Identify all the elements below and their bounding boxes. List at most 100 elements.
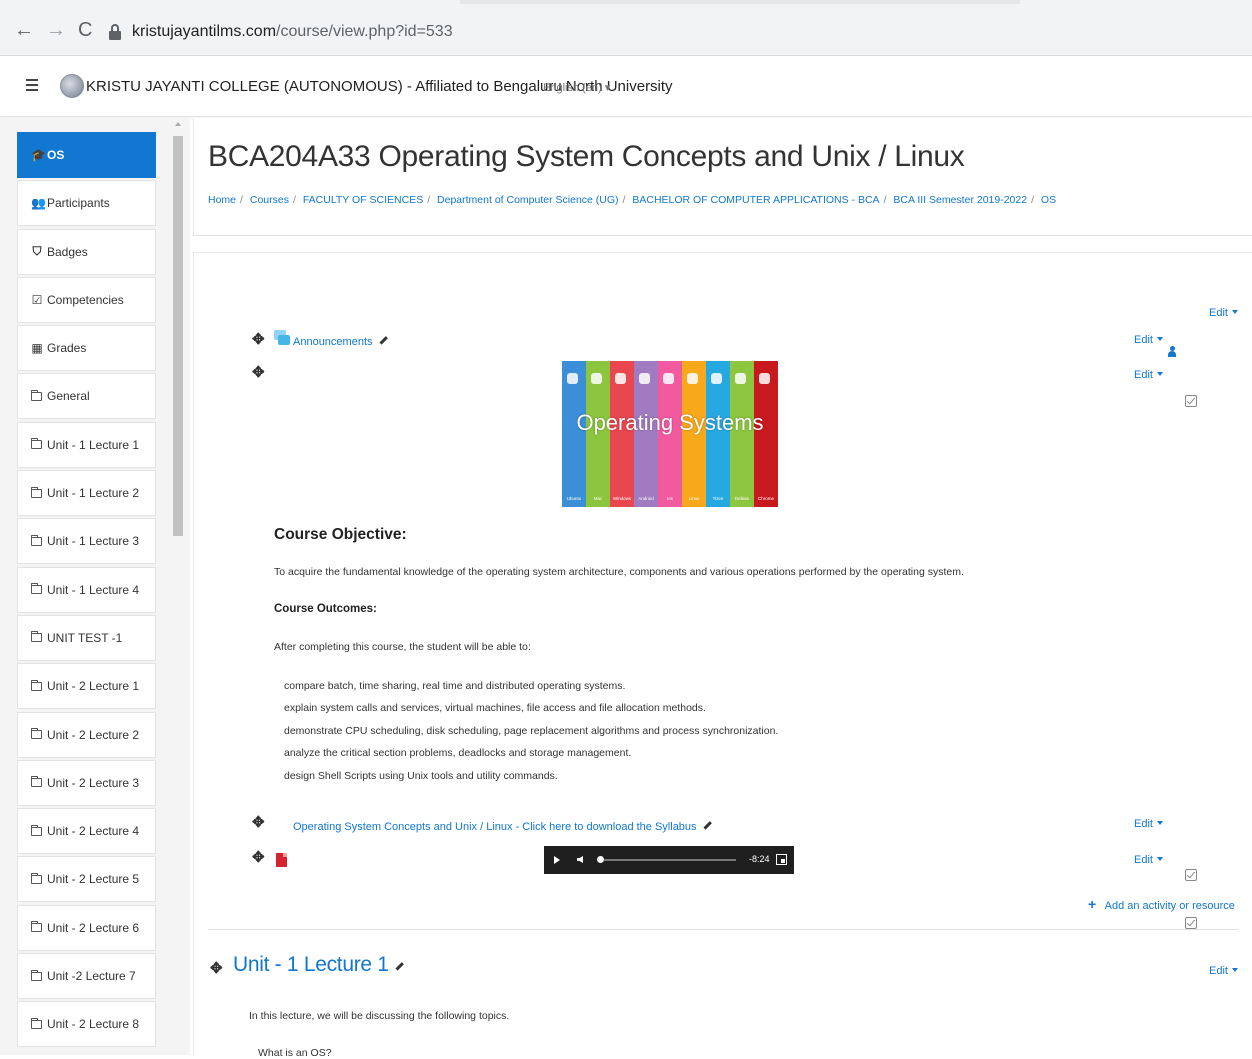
folder-icon [31,534,42,546]
sidebar-item-unit2-lecture5[interactable]: Unit - 2 Lecture 5 [17,856,156,903]
audio-progress-knob[interactable] [597,856,604,863]
sidebar-item-unit2-lecture8[interactable]: Unit - 2 Lecture 8 [17,1001,156,1048]
edit-label: Edit [1134,818,1153,830]
sidebar-item-unit1-lecture3[interactable]: Unit - 1 Lecture 3 [17,518,156,565]
outcome-item: compare batch, time sharing, real time a… [284,680,626,692]
breadcrumb: Home / Courses / FACULTY OF SCIENCES / Depa… [208,194,1057,206]
breadcrumb-semester[interactable]: BCA III Semester 2019-2022 [893,194,1027,206]
sidebar-item-label: Unit - 2 Lecture 5 [47,872,140,887]
section-edit-menu[interactable]: Edit [1209,303,1238,321]
sidebar-item-label: Unit -2 Lecture 7 [47,969,136,984]
completion-checkbox-icon[interactable] [1185,395,1197,407]
sidebar-item-unit2-lecture6[interactable]: Unit - 2 Lecture 6 [17,904,156,951]
sidebar-item-unit2-lecture3[interactable]: Unit - 2 Lecture 3 [17,759,156,806]
sidebar-item-unit2-lecture7[interactable]: Unit -2 Lecture 7 [17,953,156,1000]
edit-label: Edit [1134,854,1153,866]
sidebar-item-badges[interactable]: ⛉ Badges [17,228,156,275]
reload-icon[interactable]: C [78,20,92,40]
address-bar[interactable]: kristujayantilms.com/course/view.php?id=… [108,20,708,44]
section2-intro: In this lecture, we will be discussing t… [249,1010,510,1022]
sidebar-item-unit2-lecture4[interactable]: Unit - 2 Lecture 4 [17,808,156,855]
folder-icon [31,486,42,498]
course-content: Edit ✥ Announcements Edit ✥ Edit Ubuntu … [193,252,1252,1059]
breadcrumb-faculty[interactable]: FACULTY OF SCIENCES [303,194,423,206]
scrollbar-thumb[interactable] [173,136,183,536]
announcements-activity: Announcements [293,332,388,350]
url-path: /course/view.php?id=533 [276,23,453,40]
sidebar-item-label: UNIT TEST -1 [47,630,123,645]
syllabus-edit-menu[interactable]: Edit [1134,814,1163,832]
move-icon[interactable]: ✥ [210,959,223,977]
announcements-link[interactable]: Announcements [293,336,373,348]
sidebar-item-os[interactable]: 🎓 OS [17,132,156,178]
breadcrumb-department[interactable]: Department of Computer Science (UG) [437,194,618,206]
os-stripe-label: Ubuntu [566,496,582,501]
outcome-item: explain system calls and services, virtu… [284,702,706,714]
completion-checkbox-icon[interactable] [1185,869,1197,881]
edit-label: Edit [1209,965,1228,977]
sidebar-item-unit1-lecture1[interactable]: Unit - 1 Lecture 1 [17,421,156,468]
sidebar-item-unit-test-1[interactable]: UNIT TEST -1 [17,614,156,661]
folder-icon [31,969,42,981]
caret-down-icon [1156,336,1163,341]
lock-icon [108,24,122,40]
language-selector[interactable]: English (en) ▾ [543,81,610,94]
breadcrumb-home[interactable]: Home [208,194,236,206]
scroll-up-arrow-icon[interactable] [175,122,181,126]
volume-icon[interactable] [577,856,583,863]
sidebar-item-label: Participants [47,196,110,211]
announcements-edit-menu[interactable]: Edit [1134,330,1163,348]
move-icon[interactable]: ✥ [252,330,265,348]
move-icon[interactable]: ✥ [252,363,265,381]
sidebar-item-label: Competencies [47,292,124,307]
section-heading: Unit - 1 Lecture 1 [233,953,404,977]
college-logo[interactable] [60,74,84,98]
sidebar-item-label: Unit - 1 Lecture 1 [47,437,140,452]
breadcrumb-program[interactable]: BACHELOR OF COMPUTER APPLICATIONS - BCA [632,194,879,206]
completion-checkbox-icon[interactable] [1185,917,1197,929]
pencil-icon[interactable] [702,820,712,829]
pencil-icon[interactable] [378,335,388,344]
sidebar-item-label: Unit - 2 Lecture 8 [47,1017,140,1032]
sidebar-item-grades[interactable]: ▦ Grades [17,325,156,372]
page-title: BCA204A33 Operating System Concepts and … [208,140,965,173]
move-icon[interactable]: ✥ [252,813,265,831]
hamburger-menu-icon[interactable] [26,79,38,91]
section2-edit-menu[interactable]: Edit [1209,961,1238,979]
sidebar-item-unit1-lecture2[interactable]: Unit - 1 Lecture 2 [17,470,156,517]
plus-icon: + [1088,896,1097,912]
sidebar-item-unit1-lecture4[interactable]: Unit - 1 Lecture 4 [17,566,156,613]
sidebar-item-unit2-lecture1[interactable]: Unit - 2 Lecture 1 [17,663,156,710]
sidebar-item-competencies[interactable]: ☑ Competencies [17,276,156,323]
syllabus-download-link[interactable]: Operating System Concepts and Unix / Lin… [293,821,697,833]
course-outcomes-heading: Course Outcomes: [274,603,377,615]
sidebar-item-general[interactable]: General [17,373,156,420]
section-title-link[interactable]: Unit - 1 Lecture 1 [233,953,389,976]
add-activity-button[interactable]: + Add an activity or resource [1088,896,1235,914]
back-arrow-icon[interactable]: ← [14,20,34,40]
audio-edit-menu[interactable]: Edit [1134,850,1163,868]
play-icon[interactable] [554,856,560,864]
sidebar-item-label: Unit - 2 Lecture 2 [47,727,140,742]
forward-arrow-icon[interactable]: → [46,20,66,40]
banner-edit-menu[interactable]: Edit [1134,365,1163,383]
sidebar-scrollbar[interactable] [172,118,184,1055]
breadcrumb-courses[interactable]: Courses [250,194,289,206]
folder-icon [31,438,42,450]
os-stripe-label: Mac [593,496,603,501]
os-stripe-label: ios [667,496,673,501]
sidebar-item-participants[interactable]: 👥 Participants [17,180,156,227]
caret-down-icon [1231,967,1238,972]
browser-tab-strip [460,0,1020,4]
fullscreen-icon[interactable] [776,854,787,865]
move-icon[interactable]: ✥ [252,848,265,866]
pencil-icon[interactable] [395,961,404,970]
audio-progress-track[interactable] [604,859,736,861]
caret-down-icon [1156,371,1163,376]
sidebar-item-label: Unit - 1 Lecture 3 [47,534,140,549]
sidebar-list: 🎓 OS 👥 Participants ⛉ Badges ☑ Competenc… [17,132,156,1050]
user-icon[interactable] [1168,346,1176,357]
sidebar-item-unit2-lecture2[interactable]: Unit - 2 Lecture 2 [17,711,156,758]
breadcrumb-course[interactable]: OS [1041,194,1056,206]
folder-icon [31,679,42,691]
